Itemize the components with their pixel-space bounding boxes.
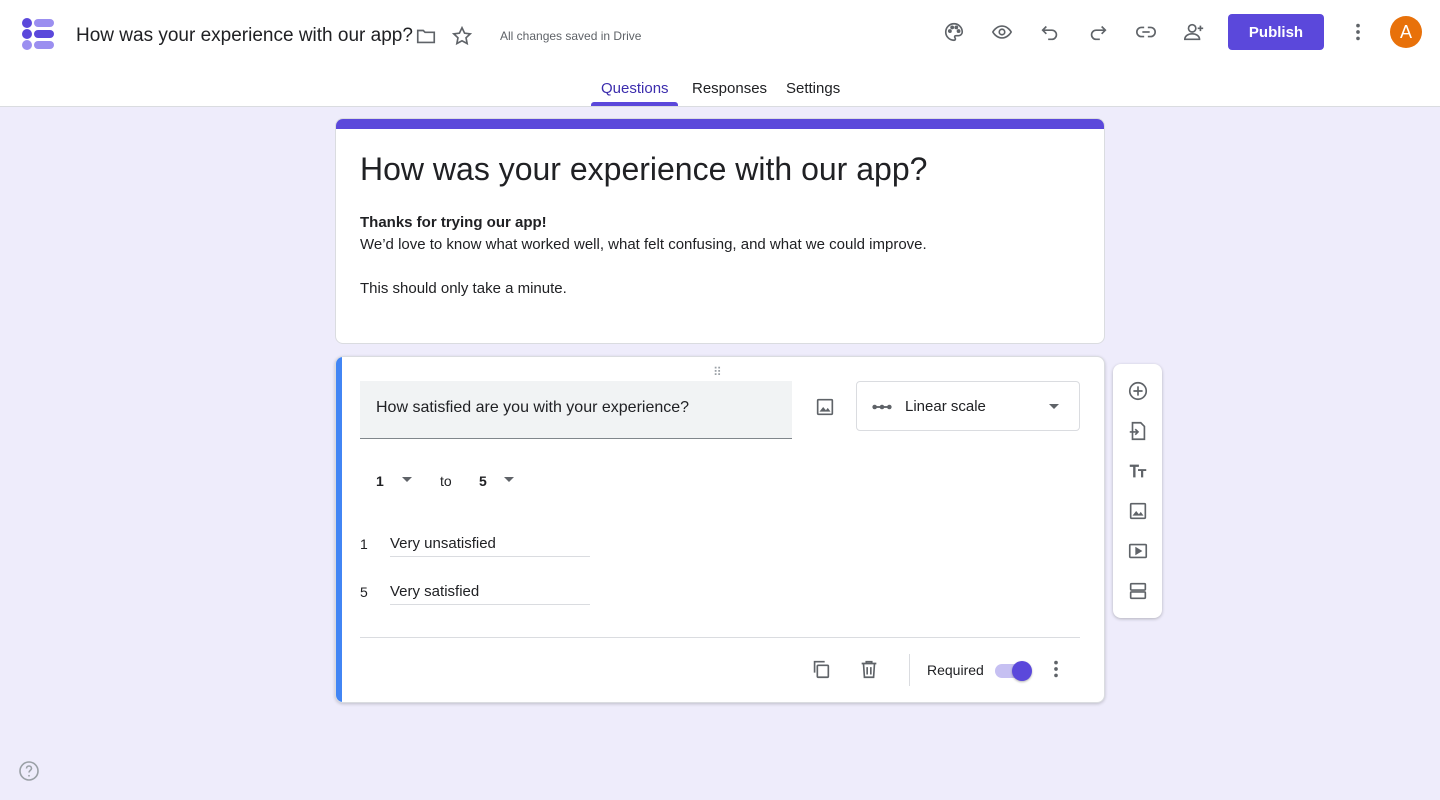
- question-card[interactable]: ⠿ How satisfied are you with your experi…: [335, 356, 1105, 703]
- title-card-accent: [336, 119, 1104, 129]
- add-question-icon[interactable]: [1122, 375, 1154, 407]
- tab-responses[interactable]: Responses: [692, 80, 767, 97]
- linear-scale-icon: [872, 404, 892, 410]
- link-icon[interactable]: [1130, 16, 1162, 48]
- more-vert-icon[interactable]: [1040, 653, 1072, 685]
- tab-bar: Questions Responses Settings: [0, 72, 1440, 107]
- folder-icon[interactable]: [410, 20, 442, 52]
- add-title-icon[interactable]: [1122, 455, 1154, 487]
- app-header: How was your experience with our app? Al…: [0, 0, 1440, 107]
- scale-max-number: 5: [360, 584, 368, 600]
- question-title-input[interactable]: How satisfied are you with your experien…: [360, 381, 792, 439]
- add-video-icon[interactable]: [1122, 535, 1154, 567]
- scale-max-value: 5: [479, 473, 487, 489]
- more-vert-icon[interactable]: [1342, 16, 1374, 48]
- avatar[interactable]: A: [1390, 16, 1422, 48]
- redo-icon[interactable]: [1082, 16, 1114, 48]
- save-status: All changes saved in Drive: [500, 29, 642, 43]
- scale-to-label: to: [440, 473, 452, 489]
- publish-button[interactable]: Publish: [1228, 14, 1324, 50]
- add-image-icon[interactable]: [1122, 495, 1154, 527]
- active-tab-indicator: [591, 102, 678, 106]
- duplicate-icon[interactable]: [805, 653, 837, 685]
- chevron-down-icon: [504, 477, 514, 482]
- palette-icon[interactable]: [938, 16, 970, 48]
- scale-max-select[interactable]: 5: [479, 469, 521, 493]
- description-heading: Thanks for trying our app!: [360, 214, 547, 231]
- footer-vertical-divider: [909, 654, 910, 686]
- question-type-select[interactable]: Linear scale: [856, 381, 1080, 431]
- scale-max-label-input[interactable]: Very satisfied: [390, 577, 590, 605]
- document-title[interactable]: How was your experience with our app?: [76, 25, 413, 47]
- undo-icon[interactable]: [1034, 16, 1066, 48]
- floating-toolbar: [1113, 364, 1162, 618]
- toggle-knob: [1012, 661, 1032, 681]
- delete-icon[interactable]: [853, 653, 885, 685]
- chevron-down-icon: [1049, 404, 1059, 409]
- forms-logo-icon[interactable]: [20, 16, 56, 52]
- tab-questions[interactable]: Questions: [601, 80, 669, 97]
- scale-min-label-input[interactable]: Very unsatisfied: [390, 529, 590, 557]
- drag-handle-icon[interactable]: ⠿: [713, 365, 723, 379]
- scale-min-value: 1: [376, 473, 384, 489]
- add-image-icon[interactable]: [809, 391, 841, 423]
- add-collaborator-icon[interactable]: [1178, 16, 1210, 48]
- form-title[interactable]: How was your experience with our app?: [360, 151, 927, 188]
- chevron-down-icon: [402, 477, 412, 482]
- scale-min-number: 1: [360, 536, 368, 552]
- tab-settings[interactable]: Settings: [786, 80, 840, 97]
- active-card-indicator: [336, 357, 342, 702]
- form-description[interactable]: Thanks for trying our app! We’d love to …: [360, 212, 1060, 300]
- card-footer-divider: [360, 637, 1080, 638]
- star-icon[interactable]: [446, 20, 478, 52]
- eye-icon[interactable]: [986, 16, 1018, 48]
- scale-min-select[interactable]: 1: [376, 469, 418, 493]
- required-toggle[interactable]: [995, 661, 1032, 681]
- import-questions-icon[interactable]: [1122, 415, 1154, 447]
- description-line: We’d love to know what worked well, what…: [360, 236, 927, 253]
- form-title-card[interactable]: How was your experience with our app? Th…: [335, 118, 1105, 344]
- help-icon[interactable]: [17, 759, 41, 783]
- required-label: Required: [927, 662, 984, 678]
- description-line: This should only take a minute.: [360, 280, 567, 297]
- question-type-label: Linear scale: [905, 398, 986, 415]
- add-section-icon[interactable]: [1122, 575, 1154, 607]
